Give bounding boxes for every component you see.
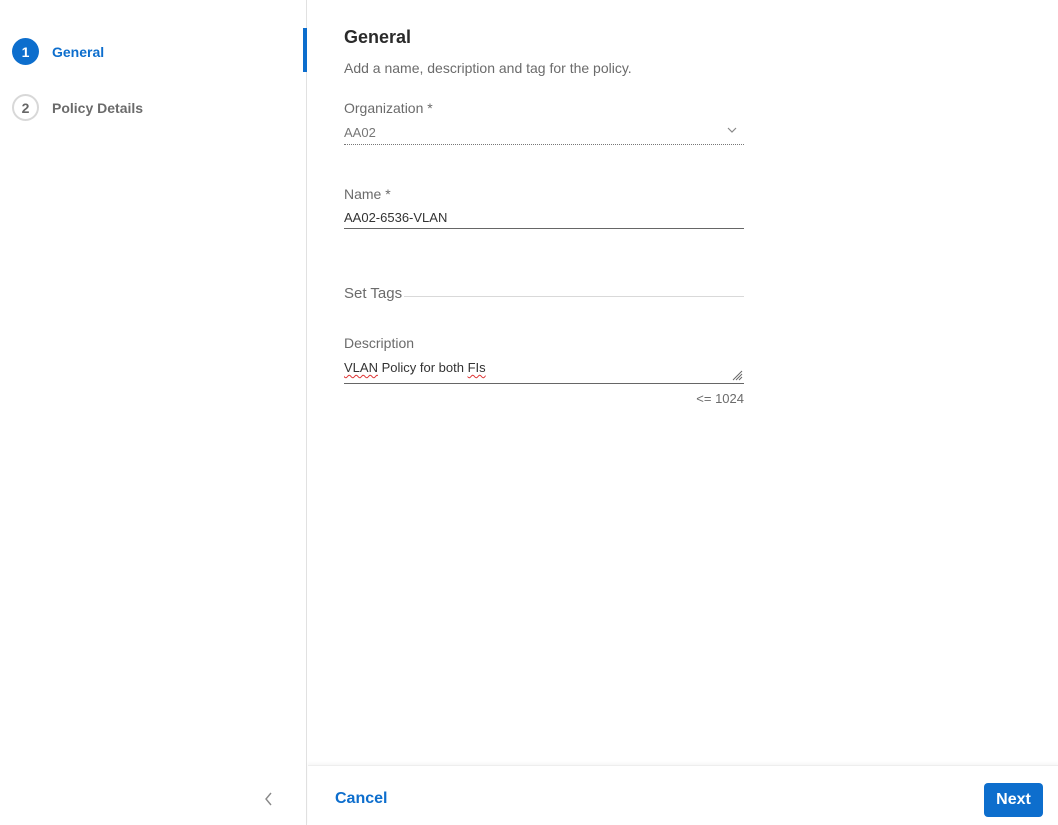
organization-value: AA02 [344, 125, 376, 140]
chevron-down-icon [727, 127, 737, 133]
character-limit: <= 1024 [696, 391, 744, 406]
resize-handle-icon[interactable] [731, 369, 743, 381]
wizard-footer: Cancel Next [308, 765, 1058, 825]
active-step-indicator [303, 28, 307, 72]
set-tags-label[interactable]: Set Tags [344, 285, 405, 302]
wizard-sidebar: 1 General 2 Policy Details [0, 0, 307, 825]
chevron-left-icon [265, 792, 272, 806]
page-title: General [344, 27, 412, 47]
collapse-sidebar-button[interactable] [259, 788, 279, 810]
step-number-badge: 1 [12, 38, 39, 65]
step-label: Policy Details [52, 99, 144, 116]
name-label: Name * [344, 186, 391, 202]
organization-select[interactable]: AA02 [344, 122, 744, 145]
page-subtitle: Add a name, description and tag for the … [344, 60, 632, 76]
name-input[interactable] [344, 207, 744, 229]
step-policy-details[interactable]: 2 Policy Details [12, 94, 143, 121]
step-number-badge: 2 [12, 94, 39, 121]
set-tags-section[interactable]: Set Tags [344, 285, 744, 305]
description-label: Description [344, 335, 415, 351]
next-button[interactable]: Next [984, 783, 1043, 817]
description-textarea[interactable]: VLAN Policy for both FIs [344, 356, 744, 384]
general-form: General Add a name, description and tag … [308, 0, 1058, 765]
step-label: General [52, 43, 105, 60]
organization-label: Organization * [344, 100, 433, 116]
step-general[interactable]: 1 General [12, 38, 104, 65]
description-value: VLAN Policy for both FIs [344, 360, 486, 375]
cancel-button[interactable]: Cancel [335, 790, 387, 808]
